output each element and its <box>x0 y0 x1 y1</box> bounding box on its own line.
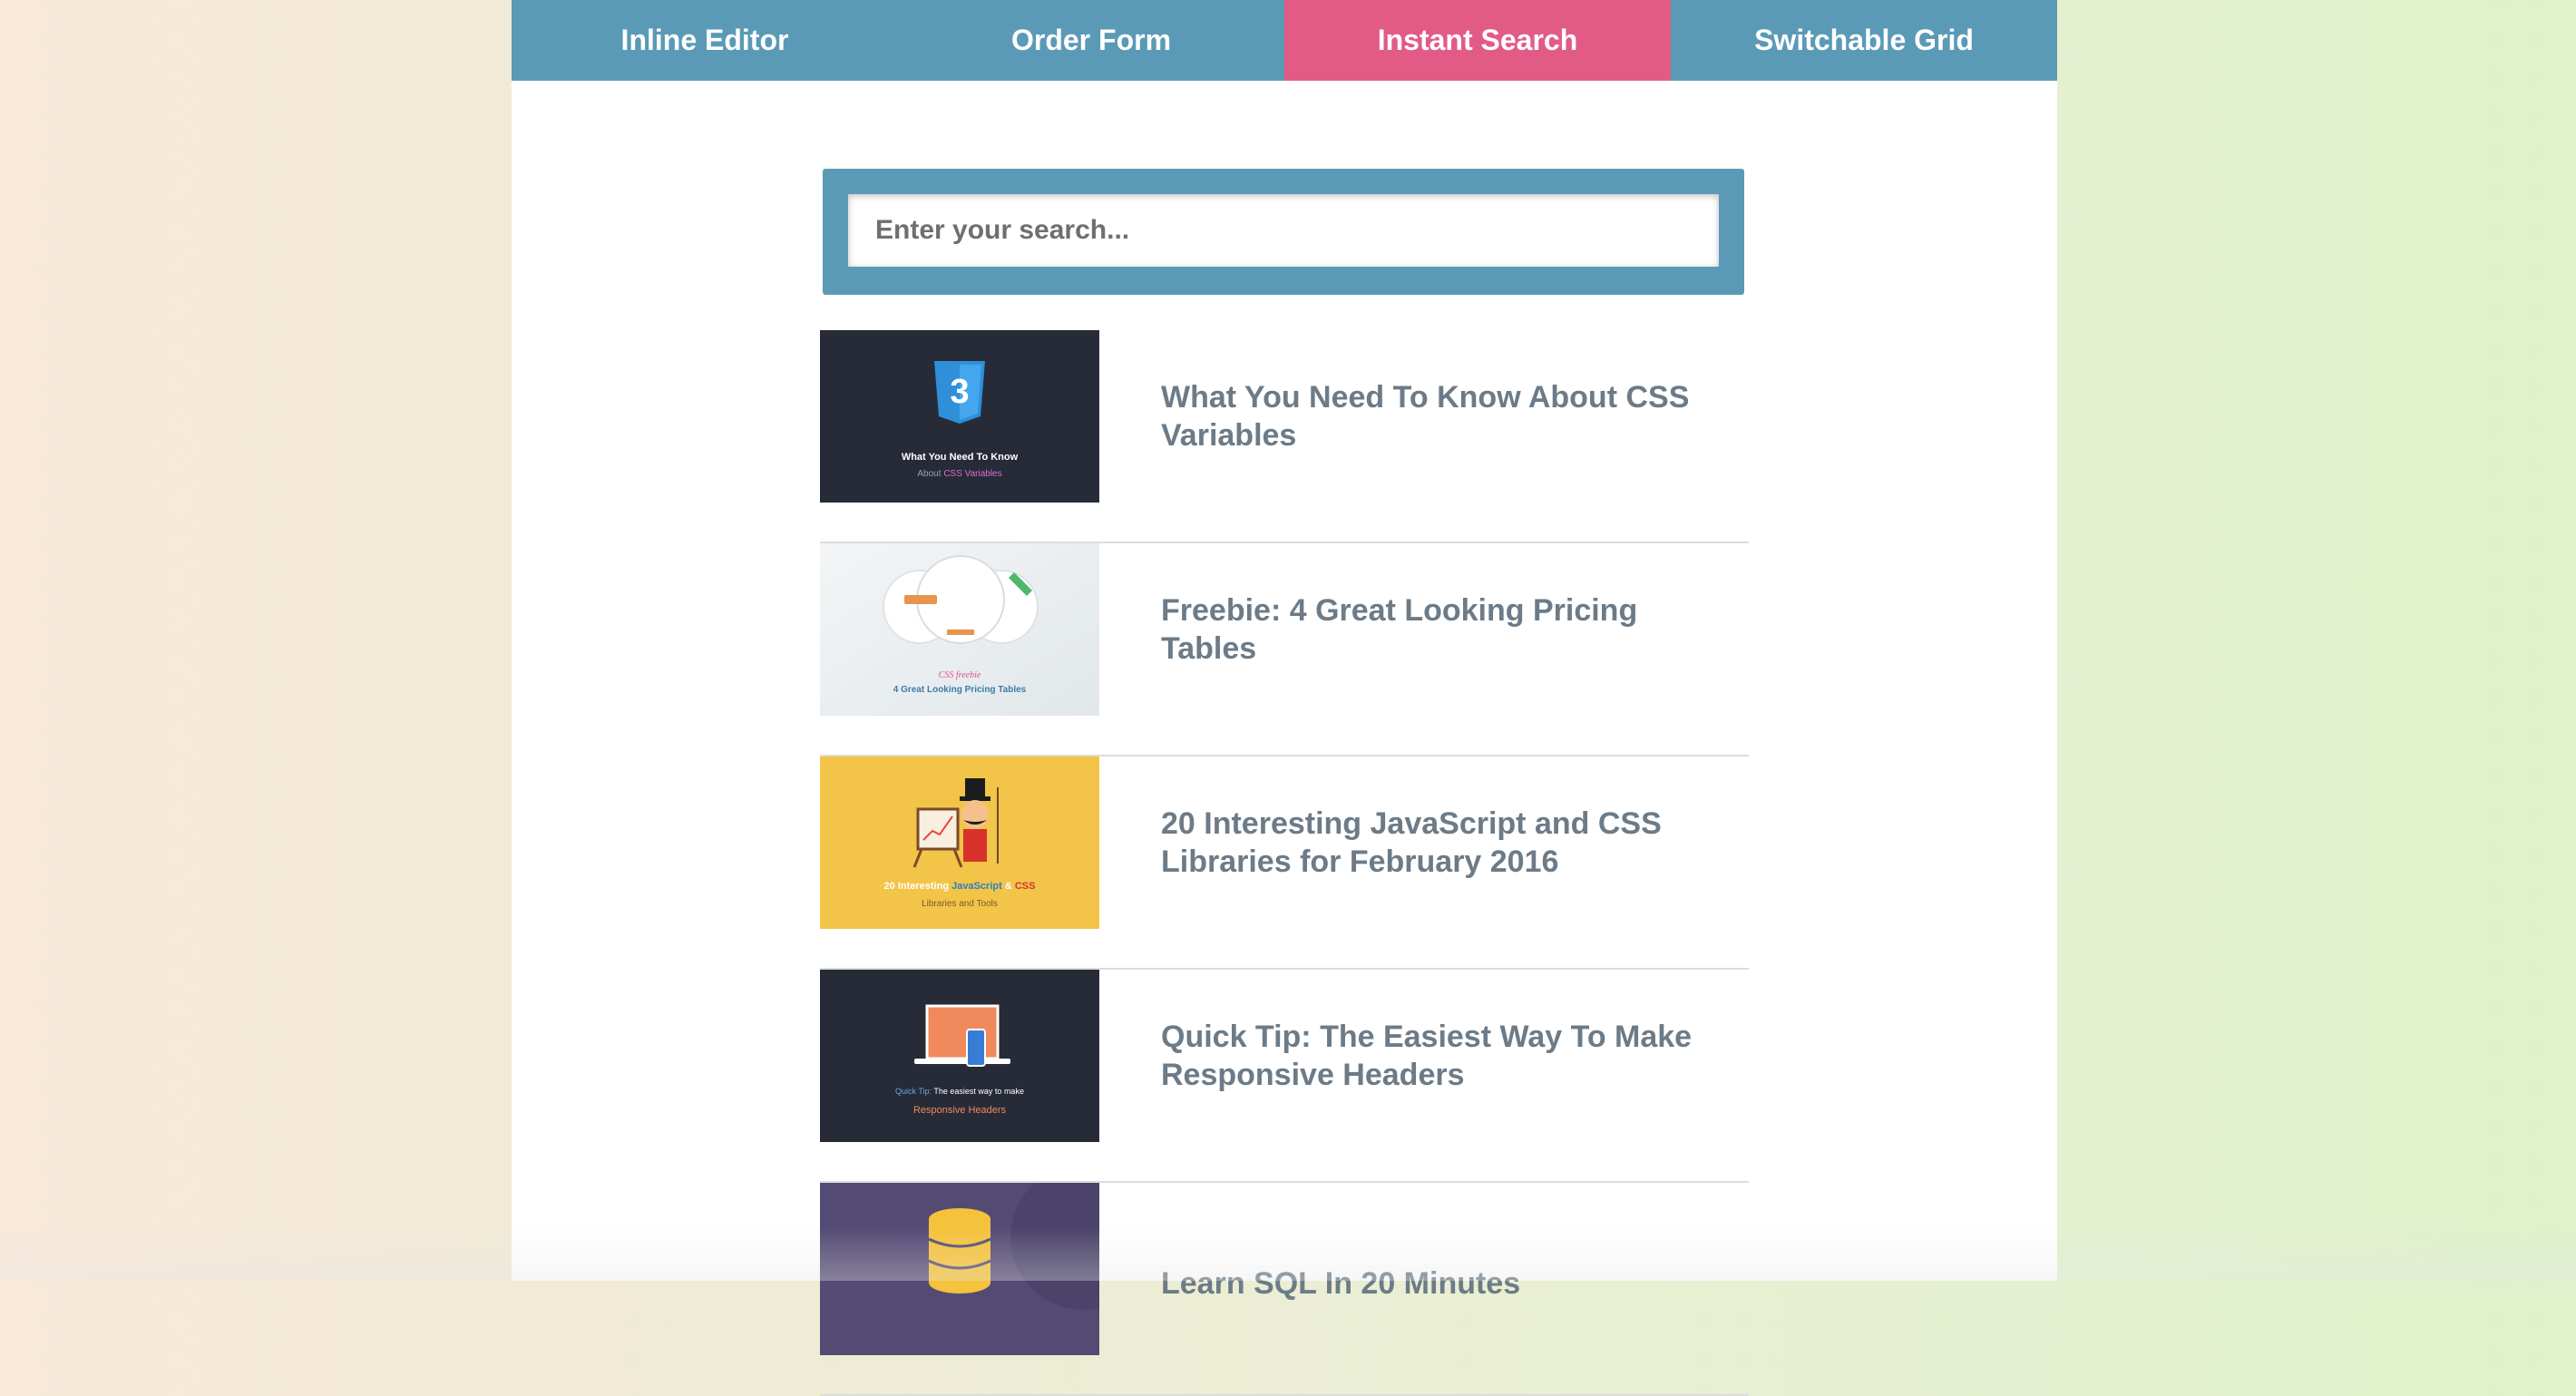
tab-switchable-grid[interactable]: Switchable Grid <box>1671 0 2057 81</box>
tab-instant-search[interactable]: Instant Search <box>1284 0 1671 81</box>
svg-text:3: 3 <box>950 373 969 411</box>
article-title[interactable]: 20 Interesting JavaScript and CSS Librar… <box>1161 757 1705 929</box>
list-item[interactable]: Learn SQL In 20 Minutes <box>820 1183 1749 1396</box>
article-thumbnail[interactable]: Quick Tip: The easiest way to make Respo… <box>820 970 1099 1142</box>
thumb-caption: JavaScript <box>951 881 1002 892</box>
thumb-caption: 20 Interesting <box>884 881 952 892</box>
article-thumbnail[interactable]: 20 Interesting JavaScript & CSS Librarie… <box>820 757 1099 929</box>
list-item[interactable]: 20 Interesting JavaScript & CSS Librarie… <box>820 757 1749 970</box>
thumb-caption: & <box>1002 881 1015 892</box>
thumb-caption: What You Need To Know <box>902 452 1019 463</box>
tab-order-form[interactable]: Order Form <box>898 0 1284 81</box>
thumb-caption: 4 Great Looking Pricing Tables <box>893 685 1027 695</box>
article-title[interactable]: What You Need To Know About CSS Variable… <box>1161 330 1705 503</box>
list-item[interactable]: 3 What You Need To Know About CSS Variab… <box>820 330 1749 543</box>
article-title[interactable]: Quick Tip: The Easiest Way To Make Respo… <box>1161 970 1705 1142</box>
article-thumbnail[interactable] <box>820 1183 1099 1355</box>
database-icon <box>820 1183 1099 1355</box>
article-title[interactable]: Freebie: 4 Great Looking Pricing Tables <box>1161 543 1705 716</box>
thumb-caption: CSS <box>1015 881 1036 892</box>
search-box <box>823 169 1744 295</box>
article-thumbnail[interactable]: 3 What You Need To Know About CSS Variab… <box>820 330 1099 503</box>
article-list: 3 What You Need To Know About CSS Variab… <box>820 330 1749 1396</box>
tab-inline-editor[interactable]: Inline Editor <box>512 0 898 81</box>
thumb-caption: CSS freebie <box>939 670 981 680</box>
demo-panel: Inline Editor Order Form Instant Search … <box>512 0 2057 1396</box>
thumb-caption: Quick Tip: <box>895 1087 932 1096</box>
css3-shield-icon: 3 What You Need To Know About CSS Variab… <box>820 330 1099 503</box>
ringmaster-icon: 20 Interesting JavaScript & CSS Librarie… <box>820 757 1099 929</box>
thumb-caption: The easiest way to make <box>932 1087 1024 1096</box>
laptop-phone-icon: Quick Tip: The easiest way to make Respo… <box>820 970 1099 1142</box>
search-input[interactable] <box>848 194 1719 267</box>
thumb-caption: Responsive Headers <box>913 1105 1007 1116</box>
thumb-caption: Libraries and Tools <box>922 899 998 909</box>
svg-text:Quick Tip: The easiest way to: Quick Tip: The easiest way to make <box>895 1087 1024 1096</box>
svg-text:About CSS Variables: About CSS Variables <box>917 469 1001 479</box>
pricing-circles-icon: CSS freebie 4 Great Looking Pricing Tabl… <box>820 543 1099 716</box>
list-item[interactable]: Quick Tip: The easiest way to make Respo… <box>820 970 1749 1183</box>
thumb-caption: About <box>917 469 943 479</box>
top-nav: Inline Editor Order Form Instant Search … <box>512 0 2057 81</box>
article-title[interactable]: Learn SQL In 20 Minutes <box>1161 1264 1705 1355</box>
thumb-caption: CSS Variables <box>943 469 1001 479</box>
article-thumbnail[interactable]: CSS freebie 4 Great Looking Pricing Tabl… <box>820 543 1099 716</box>
list-item[interactable]: CSS freebie 4 Great Looking Pricing Tabl… <box>820 543 1749 757</box>
svg-text:20 Interesting JavaScript & CS: 20 Interesting JavaScript & CSS <box>884 881 1036 892</box>
